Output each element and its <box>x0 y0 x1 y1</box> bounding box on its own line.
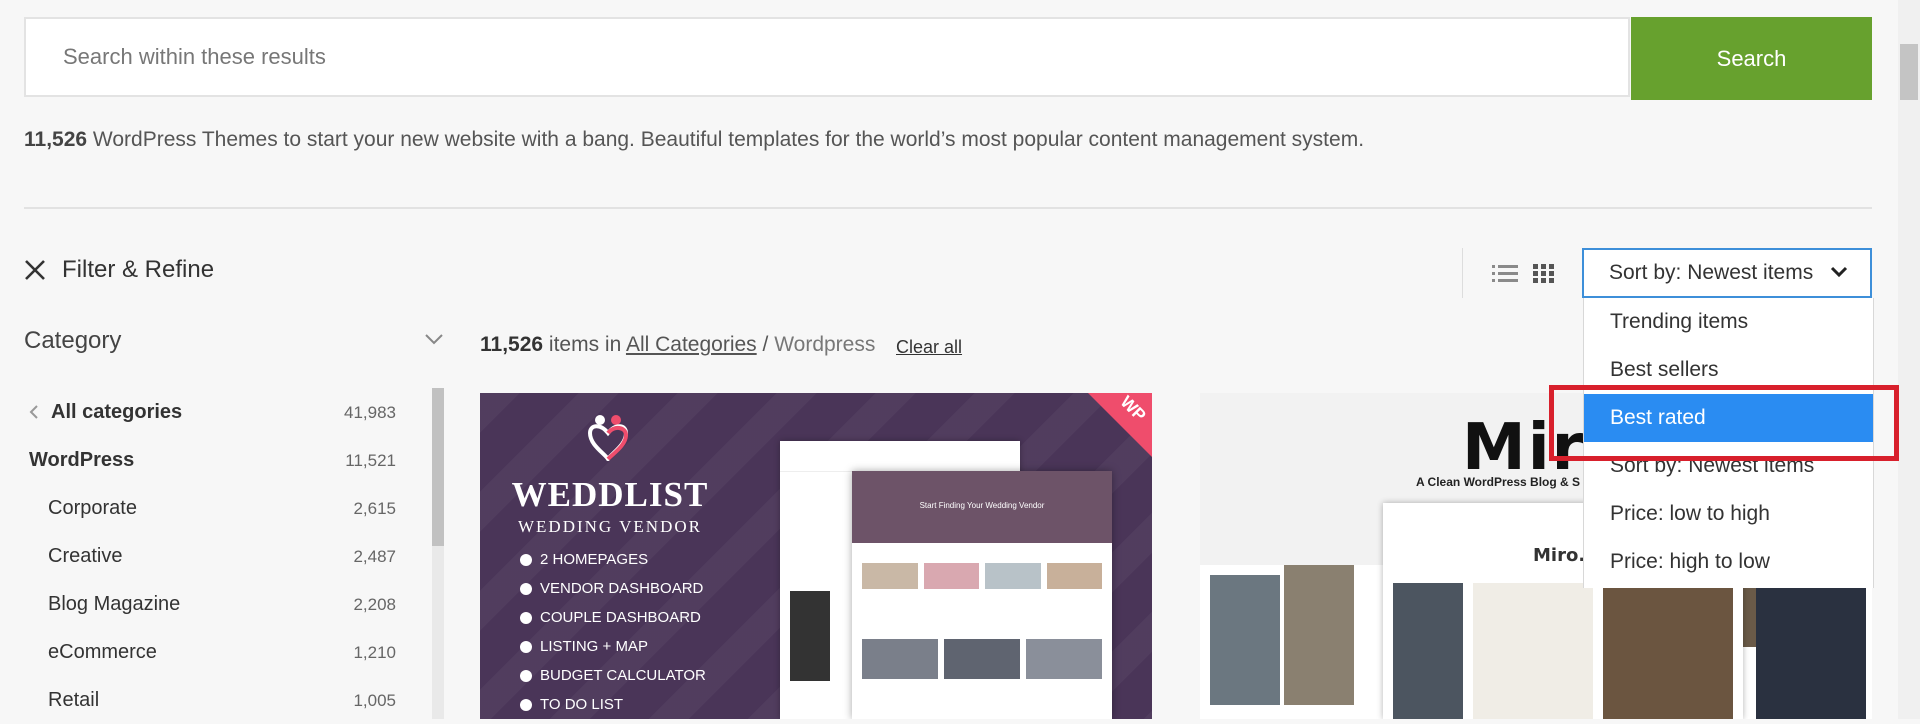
feature-item: VENDOR DASHBOARD <box>520 574 706 603</box>
chevron-left-icon <box>29 405 38 419</box>
all-categories-link[interactable]: All Categories <box>626 333 757 356</box>
chevron-down-icon <box>425 334 443 345</box>
list-view-icon[interactable] <box>1492 262 1518 286</box>
sort-option-price-low-high[interactable]: Price: low to high <box>1584 490 1873 538</box>
arrow-circle-icon <box>520 553 532 566</box>
feature-item: TO DO LIST <box>520 690 706 719</box>
results-breadcrumb: 11,526 items in All Categories / Wordpre… <box>480 333 875 357</box>
intro-count: 11,526 <box>24 128 88 151</box>
highlight-box <box>1549 385 1899 461</box>
category-count: 2,487 <box>353 547 396 566</box>
breadcrumb-separator: / <box>756 333 775 356</box>
chevron-down-icon <box>1830 266 1848 278</box>
feature-item: COUPLE DASHBOARD <box>520 603 706 632</box>
category-item-all[interactable]: All categories 41,983 <box>24 388 396 436</box>
results-count: 11,526 <box>480 333 544 356</box>
grid-view-icon[interactable] <box>1530 262 1556 286</box>
arrow-circle-icon <box>520 582 532 595</box>
category-title: Category <box>24 327 122 354</box>
arrow-circle-icon <box>520 698 532 711</box>
divider <box>24 207 1872 209</box>
feature-label: VENDOR DASHBOARD <box>540 580 704 597</box>
category-count: 11,521 <box>345 451 396 470</box>
close-icon <box>25 260 45 280</box>
sort-dropdown[interactable]: Sort by: Newest items <box>1582 248 1872 298</box>
category-item-ecommerce[interactable]: eCommerce 1,210 <box>24 628 396 676</box>
intro-text: WordPress Themes to start your new websi… <box>87 128 1365 151</box>
filter-label: Filter & Refine <box>62 256 215 283</box>
category-label: Corporate <box>48 497 137 519</box>
category-count: 1,210 <box>353 643 396 662</box>
weddlist-logo-icon <box>587 415 629 461</box>
category-item-blog-magazine[interactable]: Blog Magazine 2,208 <box>24 580 396 628</box>
clear-all-link[interactable]: Clear all <box>896 337 962 358</box>
weddlist-brand: WEDDLIST WEDDING VENDOR <box>510 475 710 537</box>
category-header[interactable]: Category <box>24 327 444 355</box>
search-bar: Search <box>24 17 1872 100</box>
card-subtitle: WEDDING VENDOR <box>518 517 702 536</box>
preview-hero: Start Finding Your Wedding Vendor <box>852 471 1112 543</box>
category-count: 2,615 <box>353 499 396 518</box>
category-label: All categories <box>51 401 183 423</box>
category-item-corporate[interactable]: Corporate 2,615 <box>24 484 396 532</box>
preview-screenshot-front: Start Finding Your Wedding Vendor <box>852 471 1112 719</box>
category-label: WordPress <box>29 449 135 471</box>
category-count: 1,005 <box>353 691 396 710</box>
category-label: eCommerce <box>48 641 157 663</box>
feature-list: 2 HOMEPAGES VENDOR DASHBOARD COUPLE DASH… <box>520 545 706 719</box>
search-input[interactable] <box>24 17 1630 97</box>
theme-card-weddlist[interactable]: WP WEDDLIST WEDDING VENDOR 2 HOMEPAGES V… <box>480 393 1152 719</box>
feature-label: LISTING + MAP <box>540 638 648 655</box>
feature-item: BUDGET CALCULATOR <box>520 661 706 690</box>
page-scrollbar-thumb[interactable] <box>1900 44 1918 100</box>
category-item-retail[interactable]: Retail 1,005 <box>24 676 396 724</box>
feature-item: 2 HOMEPAGES <box>520 545 706 574</box>
card-tagline: A Clean WordPress Blog & S <box>1416 475 1581 489</box>
sort-option-price-high-low[interactable]: Price: high to low <box>1584 538 1873 586</box>
arrow-circle-icon <box>520 669 532 682</box>
category-scrollbar-thumb[interactable] <box>432 388 444 546</box>
inner-logo: Miro. <box>1533 545 1586 566</box>
category-label: Blog Magazine <box>48 593 181 615</box>
feature-label: 2 HOMEPAGES <box>540 551 649 568</box>
search-button[interactable]: Search <box>1631 17 1872 100</box>
category-count: 41,983 <box>344 403 396 422</box>
arrow-circle-icon <box>520 611 532 624</box>
category-count: 2,208 <box>353 595 396 614</box>
results-intro: 11,526 WordPress Themes to start your ne… <box>24 128 1364 152</box>
category-list: All categories 41,983 WordPress 11,521 C… <box>24 388 396 724</box>
category-item-creative[interactable]: Creative 2,487 <box>24 532 396 580</box>
sort-option-trending[interactable]: Trending items <box>1584 298 1873 346</box>
items-in-text: items in <box>543 333 626 356</box>
page-scrollbar[interactable] <box>1898 0 1920 719</box>
current-category: Wordpress <box>774 333 876 356</box>
arrow-circle-icon <box>520 640 532 653</box>
category-label: Retail <box>48 689 100 711</box>
card-title: WEDDLIST <box>511 475 709 514</box>
sort-current: Sort by: Newest items <box>1609 261 1814 284</box>
feature-label: TO DO LIST <box>540 696 624 713</box>
feature-label: BUDGET CALCULATOR <box>540 667 706 684</box>
toolbar-divider <box>1462 248 1463 298</box>
category-label: Creative <box>48 545 123 567</box>
feature-label: COUPLE DASHBOARD <box>540 609 701 626</box>
category-item-wordpress[interactable]: WordPress 11,521 <box>24 436 396 484</box>
feature-item: LISTING + MAP <box>520 632 706 661</box>
filter-refine-toggle[interactable]: Filter & Refine <box>24 256 214 284</box>
